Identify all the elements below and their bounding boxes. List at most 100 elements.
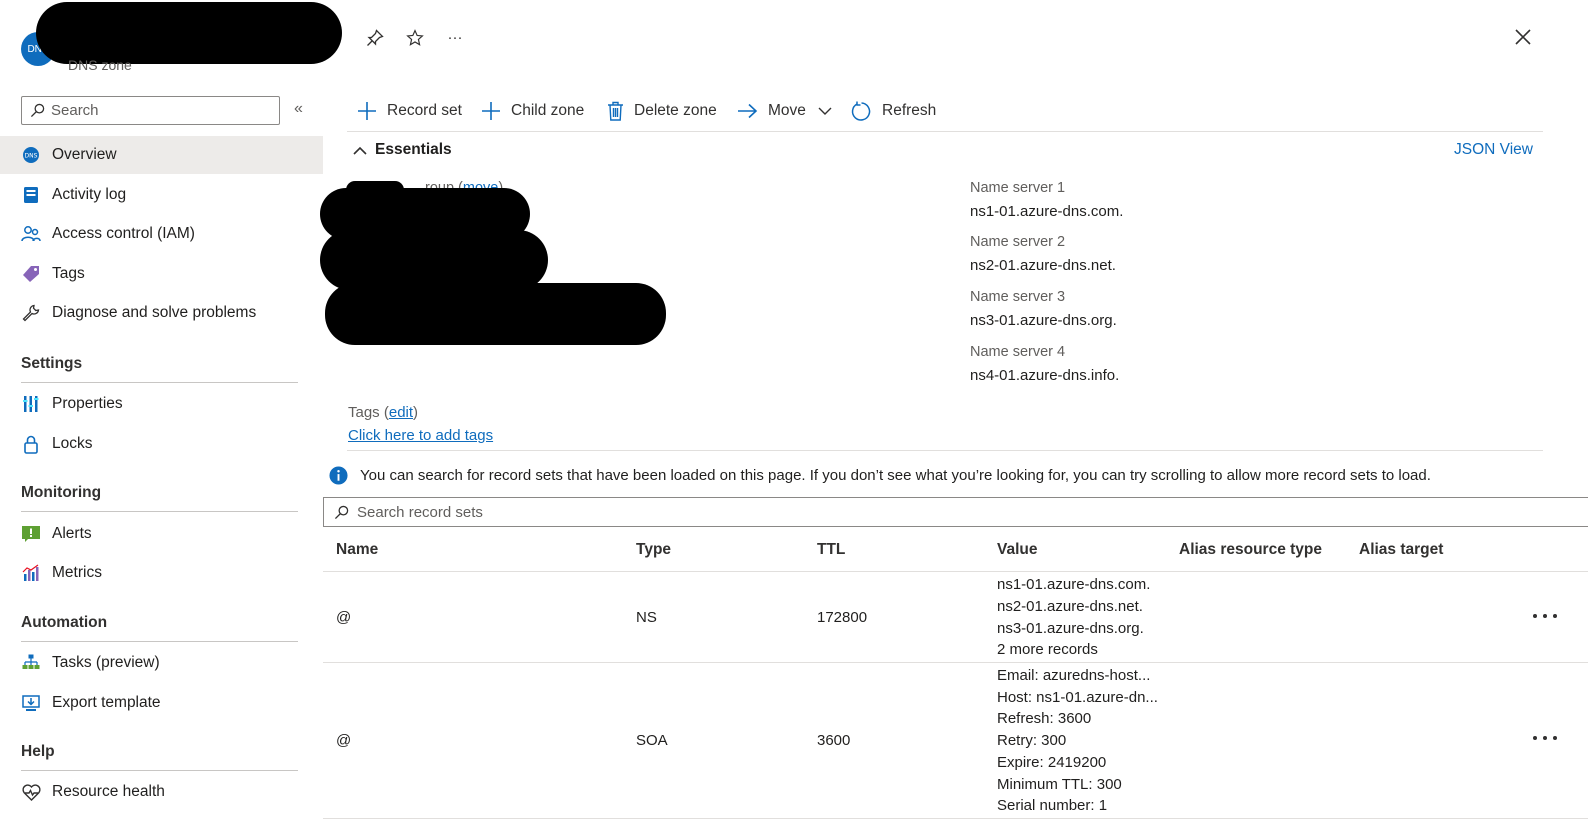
essentials-divider [347,450,1543,451]
record-value-line: ns1-01.azure-dns.com. [997,576,1151,593]
name-server-4-value: ns4-01.azure-dns.info. [970,367,1120,384]
sidebar-item-label: Properties [52,395,123,412]
info-message: You can search for record sets that have… [360,467,1431,484]
tasks-icon [21,653,41,673]
plus-icon [358,102,376,120]
more-icon[interactable]: ··· [444,26,466,48]
delete-zone-button[interactable]: Delete zone [607,98,717,124]
sidebar-item-access-control[interactable]: Access control (IAM) [0,215,323,253]
pin-icon[interactable] [364,27,386,49]
tag-icon [21,264,41,284]
json-view-link[interactable]: JSON View [1454,141,1533,159]
column-header-alias-resource-type[interactable]: Alias resource type [1179,541,1322,559]
column-header-alias-target[interactable]: Alias target [1359,541,1443,559]
sidebar-item-diagnose[interactable]: Diagnose and solve problems [0,294,323,332]
record-value-line: Expire: 2419200 [997,754,1107,771]
name-server-1-value: ns1-01.azure-dns.com. [970,203,1124,220]
section-divider [21,382,298,383]
heart-icon [21,782,41,802]
sidebar-item-tags[interactable]: Tags [0,255,323,293]
plus-icon [482,102,500,120]
record-value-more: 2 more records [997,641,1098,658]
chevron-down-icon [818,107,832,115]
sidebar-item-label: Activity log [52,186,127,203]
column-header-type[interactable]: Type [636,541,671,559]
search-icon [30,103,45,118]
record-type: NS [636,609,657,626]
move-button[interactable]: Move [737,98,832,124]
edit-tags-link[interactable]: edit [389,404,413,421]
sidebar-search-placeholder: Search [51,102,99,119]
add-child-zone-button[interactable]: Child zone [481,98,584,124]
record-value-line: ns2-01.azure-dns.net. [997,598,1143,615]
lock-icon [21,434,41,454]
sidebar-item-label: Metrics [52,564,102,581]
sidebar-item-activity-log[interactable]: Activity log [0,176,323,214]
name-server-3-value: ns3-01.azure-dns.org. [970,312,1117,329]
sidebar-item-label: Tags [52,265,85,282]
sidebar-item-label: Alerts [52,525,92,542]
search-record-sets-placeholder: Search record sets [357,503,483,521]
sidebar-item-overview[interactable]: DNS Overview [0,136,323,174]
name-server-4-label: Name server 4 [970,344,1066,360]
sidebar-item-properties[interactable]: Properties [0,385,323,423]
add-tags-link[interactable]: Click here to add tags [348,427,493,444]
chevron-up-icon [353,146,367,155]
search-icon [334,505,349,519]
row-more-actions-icon[interactable] [1533,611,1557,621]
sidebar-item-label: Resource health [52,783,165,800]
section-title-monitoring: Monitoring [21,484,102,501]
sidebar-search-input[interactable]: Search [21,96,280,125]
record-value-line: Email: azuredns-host... [997,667,1151,684]
sidebar-item-label: Diagnose and solve problems [52,304,257,321]
sidebar-item-label: Locks [52,435,93,452]
record-name[interactable]: @ [336,732,351,749]
close-icon[interactable] [1513,27,1535,49]
search-record-sets-input[interactable]: Search record sets [323,497,1588,527]
sidebar-item-label: Access control (IAM) [52,225,195,242]
section-title-automation: Automation [21,614,108,631]
toolbar-divider [347,131,1543,132]
wrench-icon [21,303,41,323]
dns-icon: DNS [21,145,41,165]
activity-log-icon [21,185,41,205]
record-value-line: Retry: 300 [997,732,1067,749]
row-more-actions-icon[interactable] [1533,733,1557,743]
record-value-line: Minimum TTL: 300 [997,776,1122,793]
info-icon [329,466,348,485]
record-value-line: Refresh: 3600 [997,710,1092,727]
sidebar-item-label: Tasks (preview) [52,654,160,671]
collapse-sidebar-icon[interactable]: « [294,100,314,120]
people-icon [21,224,41,244]
sidebar-item-resource-health[interactable]: Resource health [0,773,323,811]
record-ttl: 3600 [817,732,851,749]
export-icon [21,693,41,713]
table-row-divider [323,818,1588,819]
essentials-toggle[interactable]: Essentials [353,141,452,159]
sidebar-item-metrics[interactable]: Metrics [0,554,323,592]
arrow-right-icon [738,103,758,119]
refresh-icon [851,101,871,121]
trash-icon [608,101,623,121]
star-icon[interactable] [404,27,426,49]
name-server-2-label: Name server 2 [970,234,1066,250]
redacted-resource-title [36,2,342,64]
add-record-set-button[interactable]: Record set [357,98,462,124]
table-header-divider [323,571,1588,572]
column-header-value[interactable]: Value [997,541,1038,559]
sidebar-item-alerts[interactable]: Alerts [0,515,323,553]
redacted-location [320,230,548,290]
column-header-ttl[interactable]: TTL [817,541,845,559]
sidebar-item-tasks[interactable]: Tasks (preview) [0,644,323,682]
column-header-name[interactable]: Name [336,541,378,559]
table-row-divider [323,662,1588,663]
record-ttl: 172800 [817,609,868,626]
sidebar-item-locks[interactable]: Locks [0,425,323,463]
record-name[interactable]: @ [336,609,351,626]
tags-label: Tags (edit) [348,404,419,421]
sidebar-item-export-template[interactable]: Export template [0,684,323,722]
sidebar-item-label: Overview [52,146,117,163]
svg-text:DNS: DNS [25,153,38,160]
refresh-button[interactable]: Refresh [851,98,936,124]
name-server-2-value: ns2-01.azure-dns.net. [970,257,1116,274]
